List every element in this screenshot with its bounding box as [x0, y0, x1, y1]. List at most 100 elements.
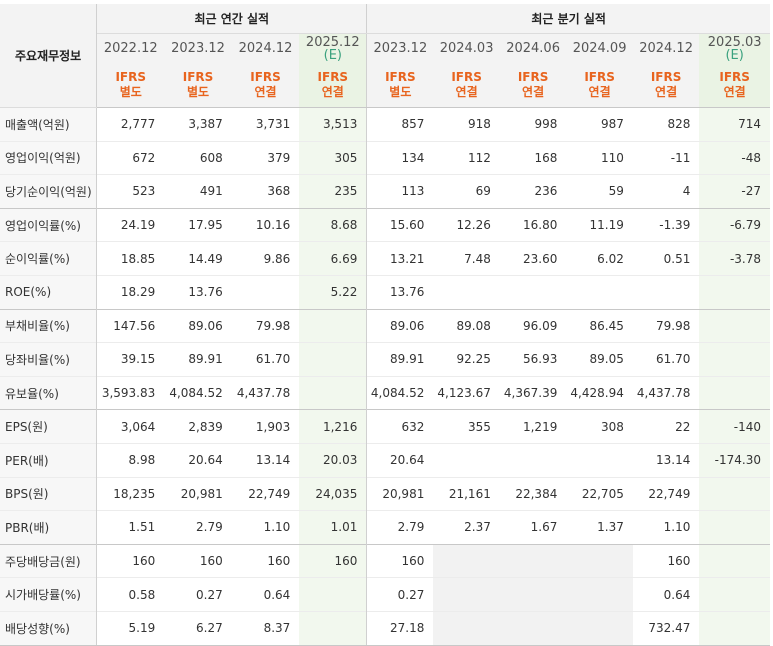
accounting-standard: IFRS 연결 — [499, 63, 567, 108]
annual-period: 2022.12 — [103, 41, 158, 56]
table-cell: 3,593.83 — [96, 375, 165, 410]
table-cell: 608 — [164, 140, 232, 175]
table-cell: 2.37 — [433, 510, 500, 545]
table-cell: 523 — [96, 174, 165, 209]
table-row: PBR(배) 1.51 2.79 1.10 1.01 2.79 2.37 1.67 1.37 1.… — [0, 510, 770, 545]
table-cell: -48 — [699, 140, 770, 175]
table-cell: 368 — [231, 174, 300, 209]
table-cell: 987 — [566, 107, 633, 142]
table-cell: 21,161 — [433, 476, 500, 511]
accounting-standard: IFRS 별도 — [164, 63, 232, 108]
table-row: 유보율(%) 3,593.83 4,084.52 4,437.78 4,084.52 4,… — [0, 375, 770, 410]
table-cell: 24,035 — [299, 476, 368, 511]
table-cell: 27.18 — [366, 610, 434, 646]
table-cell: 0.51 — [632, 241, 700, 276]
table-cell — [566, 543, 633, 578]
table-cell: 918 — [433, 107, 500, 142]
standard-type: IFRS — [250, 70, 281, 84]
table-cell — [499, 577, 567, 612]
header-label: 주요재무정보 — [0, 4, 98, 108]
table-cell: 1,216 — [299, 409, 368, 444]
standard-type: IFRS — [517, 70, 549, 84]
table-cell: 22,749 — [231, 476, 300, 511]
table-cell: 18.85 — [96, 241, 165, 276]
financial-rows: 매출액(억원) 2,777 3,387 3,731 3,513 857 918 998 987 8… — [0, 107, 770, 646]
table-cell — [632, 274, 700, 310]
table-cell: 3,513 — [299, 107, 368, 142]
table-cell: 96.09 — [499, 308, 567, 343]
table-cell: 89.06 — [164, 308, 232, 343]
table-cell — [499, 543, 567, 578]
table-cell: 20.64 — [164, 442, 232, 478]
table-cell: 236 — [499, 174, 567, 209]
quarter-period: 2024.09 — [572, 41, 627, 56]
table-cell: 59 — [566, 174, 633, 209]
table-cell — [699, 308, 770, 343]
table-cell: 235 — [299, 174, 368, 209]
table-cell: 89.91 — [366, 342, 434, 377]
table-cell: 18.29 — [96, 274, 165, 310]
standard-type: IFRS — [182, 70, 214, 84]
table-cell: 2.79 — [164, 510, 232, 545]
table-cell: -27 — [699, 174, 770, 209]
table-cell: 168 — [499, 140, 567, 175]
table-row: 당좌비율(%) 39.15 89.91 61.70 89.91 92.25 56.93 89.… — [0, 342, 770, 377]
table-cell — [699, 375, 770, 410]
table-cell: 672 — [96, 140, 165, 175]
table-row: PER(배) 8.98 20.64 13.14 20.03 20.64 13.14 -174.… — [0, 442, 770, 478]
standard-scope: 연결 — [455, 85, 478, 99]
accounting-standard: IFRS 연결 — [699, 63, 770, 108]
table-cell — [699, 476, 770, 511]
accounting-standard: IFRS 연결 — [299, 63, 368, 108]
table-cell: 13.76 — [366, 274, 434, 310]
table-cell: 10.16 — [231, 207, 300, 242]
table-cell: 18,235 — [96, 476, 165, 511]
annual-period: 2023.12 — [171, 41, 225, 56]
standard-scope: 연결 — [254, 85, 277, 99]
standard-scope: 연결 — [588, 85, 611, 99]
table-cell: 5.22 — [299, 274, 368, 310]
table-cell: 160 — [231, 543, 300, 578]
standard-scope: 연결 — [522, 85, 545, 99]
row-label: 순이익률(%) — [0, 241, 98, 276]
table-cell: 4 — [632, 174, 700, 209]
table-cell: 1.37 — [566, 510, 633, 545]
table-cell — [699, 543, 770, 578]
table-cell: 8.37 — [231, 610, 300, 646]
row-label: 영업이익률(%) — [0, 207, 98, 242]
table-cell — [433, 442, 500, 478]
table-cell: 1,903 — [231, 409, 300, 444]
accounting-standard: IFRS 별도 — [366, 63, 434, 108]
table-cell: -174.30 — [699, 442, 770, 478]
accounting-standard: IFRS 연결 — [231, 63, 300, 108]
table-cell: 112 — [433, 140, 500, 175]
table-cell: 305 — [299, 140, 368, 175]
table-cell: 4,123.67 — [433, 375, 500, 410]
table-cell: 147.56 — [96, 308, 165, 343]
standard-scope: 연결 — [723, 85, 746, 99]
quarter-period: 2024.06 — [506, 41, 560, 56]
table-cell: 998 — [499, 107, 567, 142]
table-cell: 308 — [566, 409, 633, 444]
standard-scope: 별도 — [119, 85, 142, 99]
table-row: 영업이익률(%) 24.19 17.95 10.16 8.68 15.60 12.26 16.… — [0, 207, 770, 242]
table-cell — [231, 274, 300, 310]
quarter-period: 2023.12 — [373, 41, 428, 56]
table-row: 배당성향(%) 5.19 6.27 8.37 27.18 732.47 — [0, 610, 770, 646]
standard-scope: 연결 — [321, 85, 344, 99]
table-row: 순이익률(%) 18.85 14.49 9.86 6.69 13.21 7.48 23.60 6… — [0, 241, 770, 276]
table-cell: 20.03 — [299, 442, 368, 478]
table-cell: 39.15 — [96, 342, 165, 377]
row-label: 부채비율(%) — [0, 308, 98, 343]
table-row: BPS(원) 18,235 20,981 22,749 24,035 20,981 21,1… — [0, 476, 770, 511]
table-cell: 857 — [366, 107, 434, 142]
table-cell: 61.70 — [632, 342, 700, 377]
table-cell: 160 — [164, 543, 232, 578]
row-label: ROE(%) — [0, 274, 98, 310]
accounting-standard: IFRS 연결 — [433, 63, 500, 108]
table-cell: 11.19 — [566, 207, 633, 242]
row-label: PBR(배) — [0, 510, 98, 545]
table-cell — [499, 610, 567, 646]
estimate-period: 2025.03 — [707, 34, 762, 50]
table-cell: 1.10 — [632, 510, 700, 545]
